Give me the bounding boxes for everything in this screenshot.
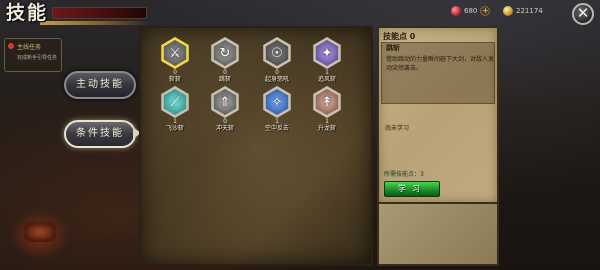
- close-icon[interactable]: ✕: [577, 4, 590, 22]
- skill-frame: ✦: [313, 37, 341, 69]
- dragon-rise-icon: ↟: [315, 89, 339, 115]
- page-title: 技能: [6, 2, 49, 24]
- skill-frame: ↻: [211, 37, 239, 69]
- skill-name: 斩斩: [168, 76, 181, 83]
- skill-level: 1: [325, 118, 329, 125]
- detail-description: 借助跳动的力量瞬间砸下大剑，对敌人发动突然袭击。: [386, 56, 495, 72]
- skill-name: 跳斩: [218, 76, 231, 83]
- skill-level: 0: [223, 69, 227, 76]
- quest-text: 完成新手引导任务: [17, 55, 58, 61]
- gem-counter: 680 +: [451, 4, 491, 18]
- skill-slot[interactable]: ⟋ 1 飞沙斩: [153, 86, 197, 132]
- campfire-icon: [24, 222, 56, 242]
- skill-slot[interactable]: ↻ 0 跳斩: [203, 37, 247, 83]
- quest-tracker[interactable]: 主线任务 完成新手引导任务: [4, 38, 62, 72]
- skill-frame: ✧: [263, 86, 291, 118]
- skill-frame: ☉: [263, 37, 291, 69]
- learn-status: 尚未学习: [385, 125, 410, 132]
- gem-amount: 680: [464, 7, 478, 15]
- skill-level: 0: [275, 69, 279, 76]
- coin-counter: 221174: [503, 4, 543, 18]
- skill-slot[interactable]: ✦ 1 追风斩: [305, 37, 349, 83]
- tab-conditional-skills[interactable]: 条件技能: [64, 120, 136, 148]
- skill-name: 空中反击: [264, 125, 289, 132]
- skill-level: 1: [325, 69, 329, 76]
- skill-slot[interactable]: ⚔ 0 斩斩: [153, 37, 197, 83]
- gem-icon: [451, 6, 461, 16]
- skill-name: 追风斩: [317, 76, 336, 83]
- skill-slot[interactable]: ⇑ 0 冲天斩: [203, 86, 247, 132]
- skill-frame: ⟋: [161, 86, 189, 118]
- skill-slot[interactable]: ✧ 1 空中反击: [255, 86, 299, 132]
- skill-frame: ⇑: [211, 86, 239, 118]
- blade-icon: ⚔: [163, 40, 187, 66]
- skill-slot[interactable]: ↟ 1 升龙斩: [305, 86, 349, 132]
- roar-icon: ☉: [265, 40, 289, 66]
- uppercut-icon: ⇑: [213, 89, 237, 115]
- skill-level: 0: [173, 69, 177, 76]
- skill-points-label: 技能点 0: [383, 32, 416, 41]
- skill-name: 起身怒吼: [264, 76, 289, 83]
- learn-button[interactable]: 学习: [384, 181, 440, 197]
- skill-level: 1: [173, 118, 177, 125]
- detail-skill-name: 跳斩: [386, 44, 400, 52]
- skill-slot[interactable]: ☉ 0 起身怒吼: [255, 37, 299, 83]
- sand-slash-icon: ⟋: [163, 89, 187, 115]
- quest-alert-icon: [8, 43, 14, 49]
- close-button[interactable]: ✕: [572, 3, 594, 25]
- skill-name: 升龙斩: [317, 125, 336, 132]
- skill-level: 1: [275, 118, 279, 125]
- detail-panel-footer: [377, 204, 499, 266]
- tab-active-skills[interactable]: 主动技能: [64, 71, 136, 99]
- air-counter-icon: ✧: [265, 89, 289, 115]
- wind-slash-icon: ✦: [315, 40, 339, 66]
- required-points: 所需技能点：3: [384, 171, 424, 178]
- skill-name: 飞沙斩: [165, 125, 184, 132]
- hook-icon: ↻: [213, 40, 237, 66]
- skill-frame: ⚔: [161, 37, 189, 69]
- coin-icon: [503, 6, 513, 16]
- skill-level: 0: [223, 118, 227, 125]
- skill-frame: ↟: [313, 86, 341, 118]
- add-gems-icon[interactable]: +: [480, 6, 491, 16]
- coin-amount: 221174: [516, 7, 543, 15]
- skill-name: 冲天斩: [215, 125, 234, 132]
